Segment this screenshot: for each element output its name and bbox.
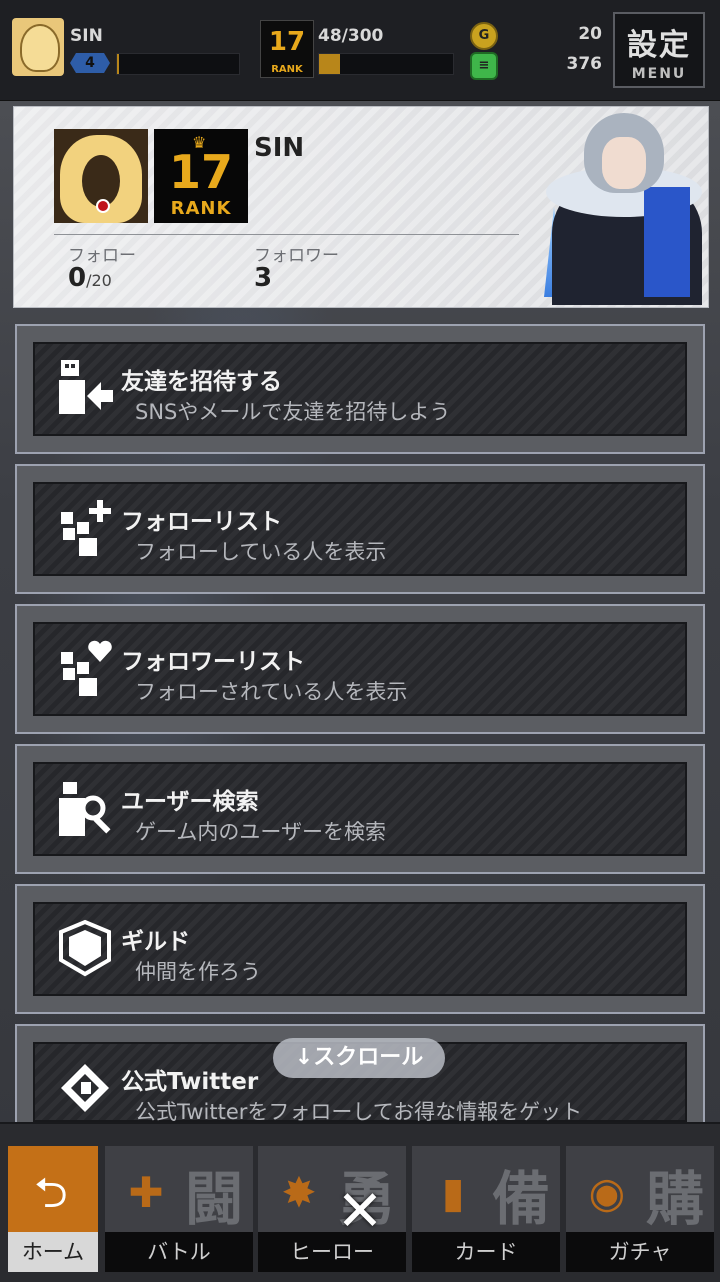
menu-item-subtitle: SNSやメールで友達を招待しよう xyxy=(135,400,451,424)
card-icon: ▮ xyxy=(441,1168,465,1217)
twitter-logo-icon xyxy=(61,1064,109,1112)
player-avatar[interactable] xyxy=(12,18,64,76)
nav-kanji: 購 xyxy=(645,1165,704,1233)
level-progress-fill xyxy=(117,54,120,74)
gem-count: 376 xyxy=(566,54,603,74)
follow-list-icon xyxy=(61,500,111,556)
gacha-icon: ◉ xyxy=(588,1168,626,1217)
user-search-icon xyxy=(59,782,111,836)
gamepad-icon: ✚ xyxy=(128,1168,164,1217)
menu-item-subtitle: フォローしている人を表示 xyxy=(135,540,387,564)
level-badge: 4 xyxy=(70,53,110,73)
profile-avatar xyxy=(54,129,148,223)
profile-rank-number: 17 xyxy=(168,145,233,199)
profile-rank-badge: ♛ 17 RANK xyxy=(154,129,248,223)
settings-menu-button[interactable]: 設定 MENU xyxy=(613,12,705,88)
avatar-jewel xyxy=(96,199,110,213)
hero-icon: ✸ xyxy=(281,1168,317,1217)
nav-battle[interactable]: 闘 ✚ バトル xyxy=(105,1146,253,1272)
rank-label: RANK xyxy=(271,64,303,75)
nav-card[interactable]: 備 ▮ カード xyxy=(412,1146,560,1272)
guild-shield-icon xyxy=(59,919,111,977)
rank-badge-small: 17 RANK xyxy=(260,20,314,78)
coin-icon: G xyxy=(470,22,498,50)
menu-item-user-search[interactable]: ユーザー検索 ゲーム内のユーザーを検索 xyxy=(15,744,705,874)
menu-item-title: ギルド xyxy=(121,929,190,955)
exp-counter: 48/300 xyxy=(318,26,384,46)
menu-item-title: ユーザー検索 xyxy=(121,789,259,815)
close-button[interactable]: ✕ xyxy=(332,1184,388,1240)
gem-icon: ≡ xyxy=(470,52,498,80)
menu-item-title: 公式Twitter xyxy=(121,1069,259,1095)
invite-friend-icon xyxy=(59,360,113,414)
menu-item-subtitle: ゲーム内のユーザーを検索 xyxy=(135,820,386,844)
follow-max: /20 xyxy=(86,271,112,290)
menu-item-title: フォロワーリスト xyxy=(121,649,305,675)
follower-list-icon xyxy=(61,640,112,696)
follower-count: 3 xyxy=(254,263,273,293)
menu-item-follow-list[interactable]: フォローリスト フォローしている人を表示 xyxy=(15,464,705,594)
menu-item-title: フォローリスト xyxy=(121,509,282,535)
coin-count: 20 xyxy=(578,24,602,44)
menu-item-follower-list[interactable]: フォロワーリスト フォローされている人を表示 xyxy=(15,604,705,734)
scroll-hint-badge: ↓スクロール xyxy=(273,1038,445,1078)
home-icon: ⮌ xyxy=(34,1168,68,1217)
follow-value: 0 xyxy=(68,263,87,293)
rank-number: 17 xyxy=(268,27,306,57)
exp-progress-fill xyxy=(319,54,341,74)
nav-gacha[interactable]: 購 ◉ ガチャ xyxy=(566,1146,714,1272)
menu-item-guild[interactable]: ギルド 仲間を作ろう xyxy=(15,884,705,1014)
nav-label: バトル xyxy=(105,1232,253,1272)
nav-kanji: 闘 xyxy=(184,1165,243,1233)
profile-rank-label: RANK xyxy=(170,198,232,219)
hero-portrait[interactable] xyxy=(544,107,704,305)
hero-blue-accent xyxy=(644,187,690,297)
nav-kanji: 備 xyxy=(491,1165,550,1233)
profile-card: ♛ 17 RANK SIN フォロー 0/20 フォロワー 3 xyxy=(13,106,709,308)
exp-progress-bar xyxy=(318,53,454,75)
profile-name: SIN xyxy=(254,133,305,163)
follow-count: 0/20 xyxy=(68,263,112,293)
nav-label: ホーム xyxy=(8,1232,98,1272)
status-bar: SIN 4 17 RANK 48/300 G 20 ≡ 376 設定 MENU xyxy=(0,0,720,101)
menu-item-invite-friends[interactable]: 友達を招待する SNSやメールで友達を招待しよう xyxy=(15,324,705,454)
level-progress-bar xyxy=(116,53,240,75)
nav-label: ガチャ xyxy=(566,1232,714,1272)
hero-face xyxy=(602,137,646,189)
menu-item-title: 友達を招待する xyxy=(121,369,282,395)
menu-label: MENU xyxy=(631,66,687,82)
profile-divider xyxy=(54,234,519,235)
settings-kanji: 設定 xyxy=(627,28,691,63)
social-menu-list: 友達を招待する SNSやメールで友達を招待しよう フォローリスト フォローしてい… xyxy=(15,324,705,1134)
nav-label: カード xyxy=(412,1232,560,1272)
menu-item-subtitle: 仲間を作ろう xyxy=(135,960,261,984)
menu-item-subtitle: フォローされている人を表示 xyxy=(135,680,408,704)
player-name: SIN xyxy=(70,26,103,46)
